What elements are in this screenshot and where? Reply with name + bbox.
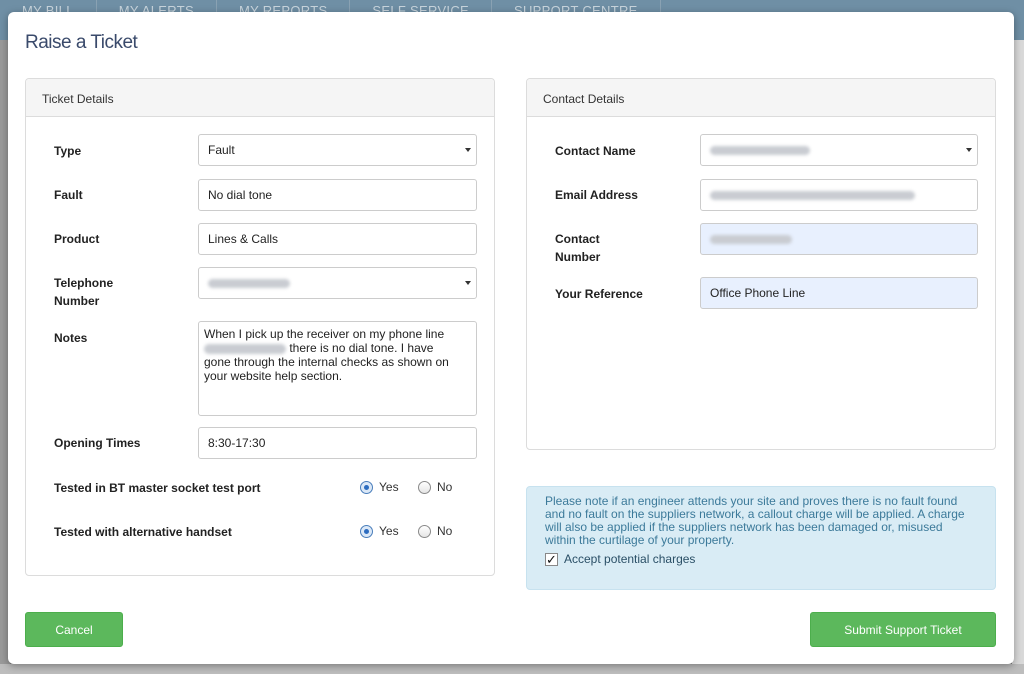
contact-name-label: Contact Name xyxy=(555,144,636,158)
redacted-phone-line xyxy=(204,343,286,354)
alt-handset-yes-label: Yes xyxy=(379,524,399,538)
checkbox-checked-icon[interactable]: ✓ xyxy=(545,553,558,566)
radio-selected-icon xyxy=(360,524,373,538)
email-address-input[interactable] xyxy=(700,179,978,211)
type-select[interactable]: Fault xyxy=(198,134,477,166)
notes-line-3: gone through the internal checks as show… xyxy=(204,355,449,369)
notes-line-2: there is no dial tone. I have xyxy=(204,341,471,355)
redacted-contact-name xyxy=(710,145,810,155)
opening-times-input[interactable]: 8:30-17:30 xyxy=(198,427,477,459)
your-reference-label: Your Reference xyxy=(555,287,643,301)
telephone-label-line1: Telephone xyxy=(54,276,114,290)
redacted-contact-number xyxy=(710,234,792,244)
product-input[interactable]: Lines & Calls xyxy=(198,223,477,255)
notes-line-4: your website help section. xyxy=(204,369,343,383)
accept-charges-row[interactable]: ✓ Accept potential charges xyxy=(545,553,977,566)
type-value: Fault xyxy=(208,143,235,157)
contact-details-panel: Contact Details Contact Name Email Addre… xyxy=(526,78,996,450)
contact-number-label: Contact Number xyxy=(555,230,600,266)
alt-handset-no-label: No xyxy=(437,524,453,538)
notes-label: Notes xyxy=(54,331,88,345)
notes-textarea[interactable]: When I pick up the receiver on my phone … xyxy=(198,321,477,416)
alt-handset-no-radio[interactable]: No xyxy=(418,524,452,538)
redacted-telephone-number xyxy=(208,278,290,288)
contact-number-label-line2: Number xyxy=(555,250,601,264)
opening-times-value: 8:30-17:30 xyxy=(208,436,266,450)
opening-times-label: Opening Times xyxy=(54,436,141,450)
chevron-down-icon xyxy=(966,148,972,152)
accept-charges-label[interactable]: Accept potential charges xyxy=(564,553,695,566)
raise-ticket-modal: Raise a Ticket Ticket Details Type Fault… xyxy=(8,12,1014,664)
alt-handset-label: Tested with alternative handset xyxy=(54,525,232,539)
contact-number-input[interactable] xyxy=(700,223,978,255)
bt-socket-test-label: Tested in BT master socket test port xyxy=(54,481,261,495)
notes-line-2-text: there is no dial tone. I have xyxy=(289,341,434,355)
your-reference-input[interactable]: Office Phone Line xyxy=(700,277,978,309)
bt-test-yes-label: Yes xyxy=(379,480,399,494)
radio-selected-icon xyxy=(360,480,373,494)
product-label: Product xyxy=(54,232,100,246)
submit-support-ticket-button[interactable]: Submit Support Ticket xyxy=(810,612,996,647)
bt-test-no-radio[interactable]: No xyxy=(418,480,452,494)
ticket-details-panel: Ticket Details Type Fault Fault No dial … xyxy=(25,78,495,576)
fault-input[interactable]: No dial tone xyxy=(198,179,477,211)
modal-title: Raise a Ticket xyxy=(25,32,138,53)
telephone-number-select[interactable] xyxy=(198,267,477,299)
fault-label: Fault xyxy=(54,188,83,202)
notice-text: Please note if an engineer attends your … xyxy=(545,494,965,547)
alt-handset-yes-radio[interactable]: Yes xyxy=(360,524,399,538)
cancel-button[interactable]: Cancel xyxy=(25,612,123,647)
chevron-down-icon xyxy=(465,281,471,285)
fault-value: No dial tone xyxy=(208,188,273,202)
bt-test-no-label: No xyxy=(437,480,453,494)
product-value: Lines & Calls xyxy=(208,232,279,246)
notes-line-1: When I pick up the receiver on my phone … xyxy=(204,327,445,341)
your-reference-value: Office Phone Line xyxy=(710,286,806,300)
telephone-label-line2: Number xyxy=(54,294,100,308)
radio-unselected-icon xyxy=(418,480,431,494)
contact-number-label-line1: Contact xyxy=(555,232,600,246)
type-label: Type xyxy=(54,144,82,158)
contact-details-heading: Contact Details xyxy=(527,79,995,117)
bt-test-yes-radio[interactable]: Yes xyxy=(360,480,399,494)
email-address-label: Email Address xyxy=(555,188,638,202)
chevron-down-icon xyxy=(465,148,471,152)
callout-charge-notice: Please note if an engineer attends your … xyxy=(526,486,996,590)
telephone-label: Telephone Number xyxy=(54,274,113,310)
ticket-details-heading: Ticket Details xyxy=(26,79,494,117)
radio-unselected-icon xyxy=(418,524,431,538)
backdrop-bottom xyxy=(0,664,1024,674)
redacted-email xyxy=(710,190,915,200)
contact-name-select[interactable] xyxy=(700,134,978,166)
